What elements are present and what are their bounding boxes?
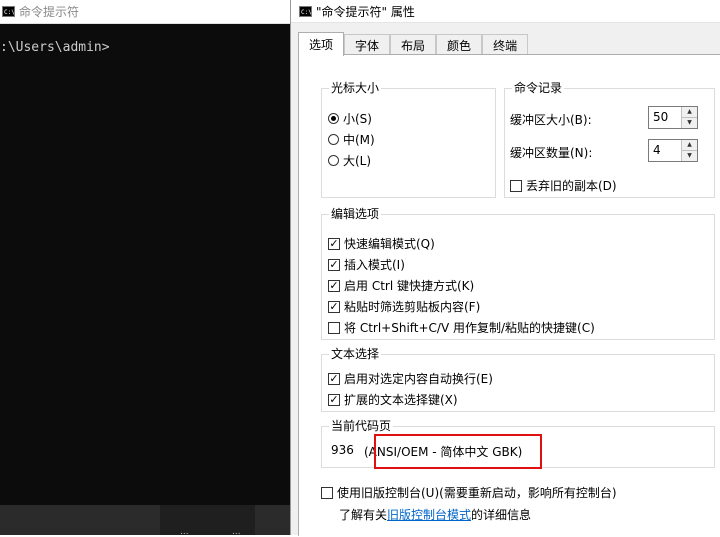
taskbar-fragment: ... ... — [0, 505, 292, 537]
legacy-info-line: 了解有关 旧版控制台模式 的详细信息 — [339, 506, 531, 523]
console-window: C:\ 命令提示符 :\Users\admin> ... ... — [0, 0, 292, 537]
checkbox-label: 快速编辑模式(Q) — [344, 237, 435, 251]
checkbox-box[interactable]: ✓ — [328, 393, 340, 406]
console-titlebar[interactable]: C:\ 命令提示符 — [0, 0, 292, 24]
radio-cursor-small[interactable]: 小(S) — [328, 110, 372, 127]
cursor-size-group: 光标大小 小(S) 中(M) 大(L) — [321, 81, 496, 198]
tab-options[interactable]: 选项 — [298, 32, 345, 56]
line-wrap-checkbox[interactable]: ✓ 启用对选定内容自动换行(E) — [328, 370, 493, 387]
checkbox-label: 使用旧版控制台(U)(需要重新启动，影响所有控制台) — [337, 486, 617, 500]
cursor-size-label: 光标大小 — [329, 81, 382, 95]
taskbar-segment — [160, 505, 255, 535]
radio-cursor-medium[interactable]: 中(M) — [328, 131, 375, 148]
legacy-info-suffix: 的详细信息 — [471, 508, 532, 522]
edit-options-group: 编辑选项 ✓ 快速编辑模式(Q) ✓ 插入模式(I) ✓ 启用 Ctrl 键快捷… — [321, 207, 715, 340]
buffer-size-stepper[interactable]: 50 ▲ ▼ — [648, 106, 698, 129]
dialog-titlebar[interactable]: C:\ "命令提示符" 属性 — [291, 0, 720, 23]
text-selection-label: 文本选择 — [329, 347, 382, 361]
radio-indicator[interactable] — [328, 113, 339, 124]
checkbox-label: 丢弃旧的副本(D) — [526, 179, 617, 193]
console-title: 命令提示符 — [19, 5, 80, 19]
extended-keys-checkbox[interactable]: ✓ 扩展的文本选择键(X) — [328, 391, 458, 408]
buffer-count-value[interactable]: 4 — [649, 140, 681, 161]
legacy-console-checkbox[interactable]: 使用旧版控制台(U)(需要重新启动，影响所有控制台) — [321, 484, 617, 501]
dialog-title: "命令提示符" 属性 — [316, 4, 415, 19]
command-history-group: 命令记录 缓冲区大小(B): 50 ▲ ▼ 缓冲区数量(N): 4 ▲ ▼ 丢弃… — [504, 81, 715, 198]
spin-up-icon[interactable]: ▲ — [682, 140, 697, 151]
code-page-label: 当前代码页 — [329, 419, 394, 433]
tab-font[interactable]: 字体 — [344, 34, 391, 55]
radio-indicator[interactable] — [328, 155, 339, 166]
radio-indicator[interactable] — [328, 134, 339, 145]
discard-duplicates-checkbox[interactable]: 丢弃旧的副本(D) — [510, 177, 617, 194]
tab-colors[interactable]: 颜色 — [436, 34, 483, 55]
insert-mode-checkbox[interactable]: ✓ 插入模式(I) — [328, 256, 405, 273]
console-prompt[interactable]: :\Users\admin> — [0, 40, 110, 55]
taskbar-text: ... — [180, 527, 189, 537]
radio-label: 中(M) — [343, 133, 375, 147]
buffer-count-stepper[interactable]: 4 ▲ ▼ — [648, 139, 698, 162]
tab-terminal[interactable]: 终端 — [482, 34, 529, 55]
checkbox-box[interactable] — [510, 179, 522, 192]
checkbox-box[interactable]: ✓ — [328, 279, 340, 292]
edit-options-label: 编辑选项 — [329, 207, 382, 221]
radio-cursor-large[interactable]: 大(L) — [328, 152, 371, 169]
checkbox-box[interactable] — [321, 486, 333, 499]
checkbox-label: 启用对选定内容自动换行(E) — [344, 372, 493, 386]
properties-dialog: C:\ "命令提示符" 属性 选项 字体 布局 颜色 终端 光标大小 小(S) … — [290, 0, 720, 536]
command-history-label: 命令记录 — [512, 81, 565, 95]
taskbar-text: ... — [232, 527, 241, 537]
checkbox-label: 启用 Ctrl 键快捷方式(K) — [344, 279, 475, 293]
spin-up-icon[interactable]: ▲ — [682, 107, 697, 118]
buffer-size-value[interactable]: 50 — [649, 107, 681, 128]
options-panel: 光标大小 小(S) 中(M) 大(L) 命令记录 缓冲区大小(B): 50 ▲ — [298, 54, 720, 536]
tab-layout[interactable]: 布局 — [390, 34, 437, 55]
quick-edit-checkbox[interactable]: ✓ 快速编辑模式(Q) — [328, 235, 435, 252]
checkbox-label: 粘贴时筛选剪贴板内容(F) — [344, 300, 481, 314]
spin-buttons: ▲ ▼ — [681, 107, 697, 128]
checkbox-box[interactable]: ✓ — [328, 237, 340, 250]
legacy-console-link[interactable]: 旧版控制台模式 — [387, 506, 471, 523]
spin-down-icon[interactable]: ▼ — [682, 118, 697, 128]
cmd-icon: C:\ — [2, 6, 15, 17]
legacy-info-prefix: 了解有关 — [339, 508, 388, 522]
cmd-icon: C:\ — [299, 5, 312, 17]
ctrl-shortcuts-checkbox[interactable]: ✓ 启用 Ctrl 键快捷方式(K) — [328, 277, 474, 294]
text-selection-group: 文本选择 ✓ 启用对选定内容自动换行(E) ✓ 扩展的文本选择键(X) — [321, 347, 715, 412]
checkbox-box[interactable] — [328, 321, 340, 334]
checkbox-box[interactable]: ✓ — [328, 300, 340, 313]
spin-down-icon[interactable]: ▼ — [682, 151, 697, 161]
checkbox-box[interactable]: ✓ — [328, 372, 340, 385]
checkbox-label: 扩展的文本选择键(X) — [344, 393, 458, 407]
checkbox-box[interactable]: ✓ — [328, 258, 340, 271]
code-page-number: 936 — [331, 443, 354, 457]
filter-paste-checkbox[interactable]: ✓ 粘贴时筛选剪贴板内容(F) — [328, 298, 480, 315]
checkbox-label: 将 Ctrl+Shift+C/V 用作复制/粘贴的快捷键(C) — [344, 321, 595, 335]
radio-label: 小(S) — [343, 112, 372, 126]
red-highlight-box — [374, 434, 542, 469]
buffer-size-label: 缓冲区大小(B): — [510, 113, 592, 127]
ctrl-shift-cv-checkbox[interactable]: 将 Ctrl+Shift+C/V 用作复制/粘贴的快捷键(C) — [328, 319, 595, 336]
checkbox-label: 插入模式(I) — [344, 258, 405, 272]
tab-bar: 选项 字体 布局 颜色 终端 — [298, 32, 529, 56]
spin-buttons: ▲ ▼ — [681, 140, 697, 161]
radio-label: 大(L) — [343, 154, 372, 168]
buffer-count-label: 缓冲区数量(N): — [510, 146, 593, 160]
